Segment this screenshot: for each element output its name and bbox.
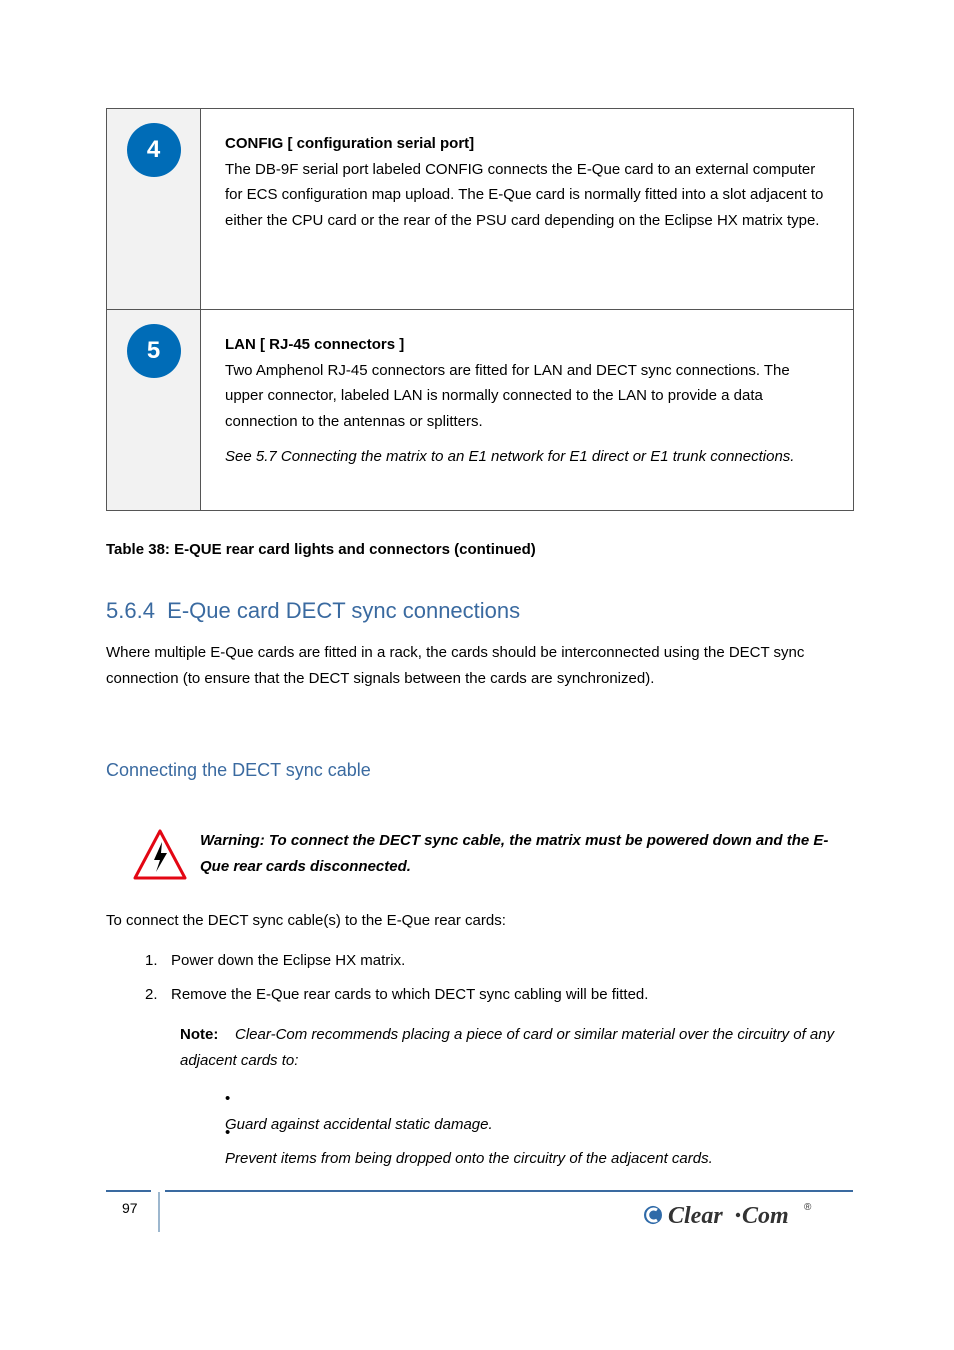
page-number: 97 <box>122 1200 138 1216</box>
clearcom-logo: Clear Com ® <box>636 1198 856 1237</box>
svg-text:Clear: Clear <box>668 1203 723 1229</box>
section-body: Where multiple E-Que cards are fitted in… <box>106 640 856 691</box>
row2-title: LAN [ RJ-45 connectors ] <box>225 336 404 353</box>
step-2: 2.Remove the E-Que rear cards to which D… <box>145 982 855 1008</box>
row1-body-cell: CONFIG [ configuration serial port] The … <box>201 109 854 310</box>
number-circle-5: 5 <box>127 324 181 378</box>
row2-note: See 5.7 Connecting the matrix to an E1 n… <box>225 444 829 470</box>
bullet-2: •Prevent items from being dropped onto t… <box>225 1120 855 1171</box>
row1-icon-cell: 4 <box>107 109 201 310</box>
ports-table: 4 CONFIG [ configuration serial port] Th… <box>106 108 854 511</box>
step-1: 1.Power down the Eclipse HX matrix. <box>145 948 855 974</box>
warning-text: Warning: To connect the DECT sync cable,… <box>200 828 856 879</box>
footer-rule-right <box>165 1190 853 1192</box>
sub-heading: Connecting the DECT sync cable <box>106 760 371 781</box>
row2-body: Two Amphenol RJ-45 connectors are fitted… <box>225 358 829 435</box>
section-heading: 5.6.4 E-Que card DECT sync connections <box>106 598 520 624</box>
warning-icon <box>132 828 188 887</box>
svg-text:Com: Com <box>742 1203 789 1229</box>
footer-rule-left <box>106 1190 151 1192</box>
row2-body-cell: LAN [ RJ-45 connectors ] Two Amphenol RJ… <box>201 310 854 511</box>
steps-intro: To connect the DECT sync cable(s) to the… <box>106 908 856 934</box>
footer-divider <box>158 1192 160 1232</box>
table-caption: Table 38: E-QUE rear card lights and con… <box>106 541 536 558</box>
row2-icon-cell: 5 <box>107 310 201 511</box>
number-circle-4: 4 <box>127 123 181 177</box>
row1-body: The DB-9F serial port labeled CONFIG con… <box>225 157 829 234</box>
note-line: Note: Clear-Com recommends placing a pie… <box>180 1022 856 1073</box>
row1-title: CONFIG [ configuration serial port] <box>225 135 474 152</box>
svg-text:®: ® <box>804 1202 812 1213</box>
